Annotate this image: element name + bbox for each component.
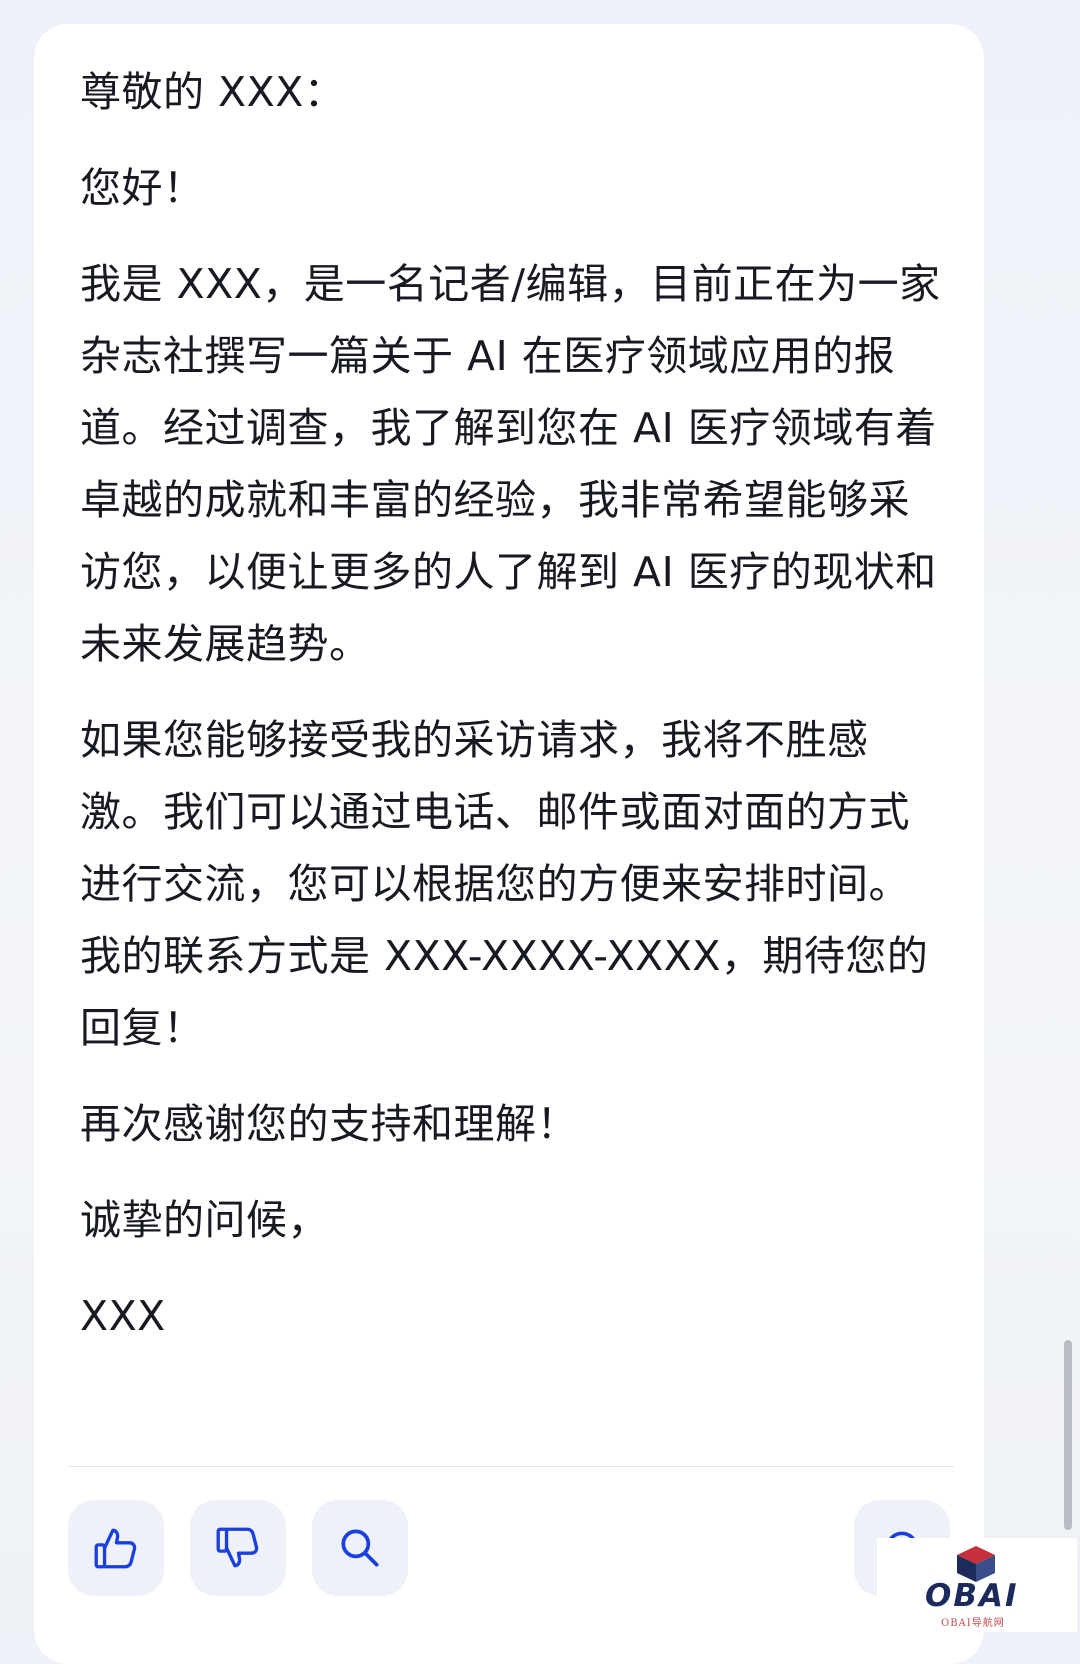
signature-line: XXX: [80, 1292, 166, 1340]
thumbs-down-icon: [216, 1527, 259, 1568]
action-divider: [68, 1466, 954, 1467]
watermark-subtitle: OBAI导航网: [941, 1618, 1005, 1629]
request-paragraph: 如果您能够接受我的采访请求，我将不胜感激。我们可以通过电话、邮件或面对面的方式进…: [80, 716, 929, 1052]
intro-paragraph: 我是 XXX，是一名记者/编辑，目前正在为一家杂志社撰写一篇关于 AI 在医疗领…: [80, 260, 941, 668]
closing-line: 诚挚的问候，: [80, 1196, 329, 1244]
thanks-line: 再次感谢您的支持和理解！: [80, 1100, 578, 1148]
dislike-button[interactable]: [190, 1500, 286, 1596]
search-icon: [341, 1529, 379, 1567]
scrollbar-thumb[interactable]: [1064, 1340, 1072, 1530]
message-body: 尊敬的 XXX： 您好！ 我是 XXX，是一名记者/编辑，目前正在为一家杂志社撰…: [80, 56, 950, 1376]
watermark-brand: OBAI: [925, 1578, 1019, 1614]
like-button[interactable]: [68, 1500, 164, 1596]
greeting-line: 尊敬的 XXX：: [80, 68, 346, 116]
watermark: OBAI OBAI导航网: [877, 1538, 1077, 1632]
salutation-line: 您好！: [80, 164, 205, 212]
thumbs-up-icon: [94, 1528, 137, 1569]
search-button[interactable]: [312, 1500, 408, 1596]
